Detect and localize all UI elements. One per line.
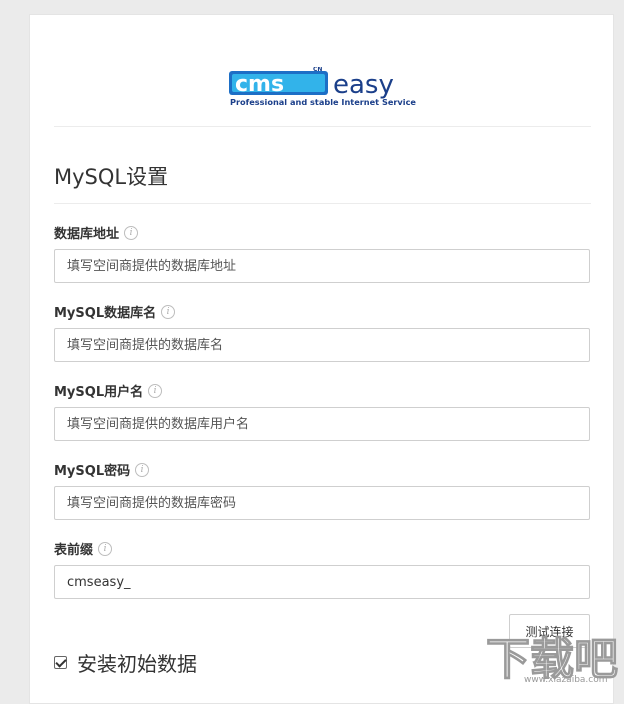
logo-tagline: Professional and stable Internet Service	[230, 97, 416, 107]
db-host-label-text: 数据库地址	[54, 227, 120, 242]
table-prefix-label-text: 表前缀	[54, 543, 94, 558]
db-host-input[interactable]	[54, 249, 590, 283]
db-user-label: MySQL用户名 i	[54, 381, 163, 400]
logo-cn-badge: CN	[313, 67, 322, 73]
db-user-label-text: MySQL用户名	[54, 385, 144, 400]
info-icon[interactable]: i	[148, 383, 163, 398]
watermark-url: www.xiazaiba.com	[524, 675, 608, 685]
cmseasy-logo: cms easy CN Professional and stable Inte…	[229, 67, 416, 107]
db-name-input[interactable]	[54, 328, 590, 362]
db-password-label-text: MySQL密码	[54, 464, 131, 479]
db-host-label: 数据库地址 i	[54, 223, 139, 242]
title-divider	[54, 203, 591, 204]
info-icon[interactable]: i	[98, 541, 113, 556]
logo-divider	[54, 126, 591, 127]
logo-easy-text: easy	[333, 70, 394, 100]
logo-cms-text: cms	[235, 72, 284, 97]
info-icon[interactable]: i	[161, 304, 176, 319]
db-user-input[interactable]	[54, 407, 590, 441]
db-password-label: MySQL密码 i	[54, 460, 150, 479]
table-prefix-label: 表前缀 i	[54, 539, 113, 558]
install-data-option[interactable]: 安装初始数据	[54, 648, 197, 677]
info-icon[interactable]: i	[124, 225, 139, 240]
install-data-checkbox[interactable]	[54, 656, 67, 669]
db-name-label: MySQL数据库名 i	[54, 302, 176, 321]
setup-card: cms easy CN Professional and stable Inte…	[29, 14, 614, 704]
info-icon[interactable]: i	[135, 462, 150, 477]
section-title: MySQL设置	[54, 165, 169, 189]
db-name-label-text: MySQL数据库名	[54, 306, 157, 321]
db-password-input[interactable]	[54, 486, 590, 520]
install-data-label: 安装初始数据	[77, 652, 197, 676]
table-prefix-input[interactable]	[54, 565, 590, 599]
